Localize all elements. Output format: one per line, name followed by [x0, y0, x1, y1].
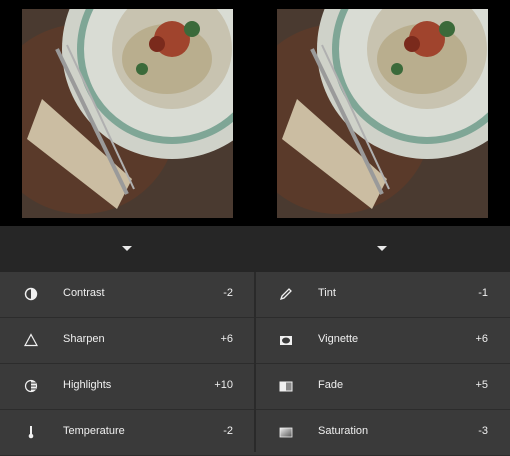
thermometer-icon — [24, 425, 38, 439]
adjustment-sharpen[interactable]: Sharpen +6 — [0, 318, 255, 364]
adjustment-label: Contrast — [63, 287, 105, 299]
adjustment-label: Temperature — [63, 425, 125, 437]
adjustment-tint[interactable]: Tint -1 — [255, 272, 510, 318]
adjustment-value: -2 — [223, 425, 233, 437]
adjustment-value: +6 — [220, 333, 233, 345]
panel-divider — [254, 272, 256, 452]
adjustment-value: +10 — [214, 379, 233, 391]
adjustment-value: -2 — [223, 287, 233, 299]
contrast-icon — [24, 287, 38, 301]
adjustment-value: +6 — [475, 333, 488, 345]
screen: Contrast -2 Sharpen +6 Highlights +10 Te… — [0, 0, 510, 456]
adjustment-label: Fade — [318, 379, 344, 391]
adjustment-temperature[interactable]: Temperature -2 — [0, 410, 255, 456]
photo-area — [0, 0, 255, 226]
pencil-icon — [279, 287, 293, 301]
saturation-icon — [279, 425, 293, 439]
adjustment-label: Tint — [318, 287, 336, 299]
triangle-icon — [23, 333, 39, 347]
food-photo — [22, 9, 233, 218]
adjustment-highlights[interactable]: Highlights +10 — [0, 364, 255, 410]
adjustment-value: -3 — [478, 425, 488, 437]
vignette-icon — [279, 333, 293, 347]
adjustment-list: Tint -1 Vignette +6 Fade +5 Saturation -… — [255, 272, 510, 456]
adjustment-contrast[interactable]: Contrast -2 — [0, 272, 255, 318]
adjustment-label: Saturation — [318, 425, 369, 437]
adjustment-label: Sharpen — [63, 333, 105, 345]
right-panel: Tint -1 Vignette +6 Fade +5 Saturation -… — [255, 0, 510, 456]
food-photo — [277, 9, 488, 218]
chevron-down-icon[interactable] — [377, 246, 387, 251]
adjustment-label: Vignette — [318, 333, 359, 345]
adjustment-vignette[interactable]: Vignette +6 — [255, 318, 510, 364]
adjustment-value: +5 — [475, 379, 488, 391]
adjustment-fade[interactable]: Fade +5 — [255, 364, 510, 410]
adjustment-label: Highlights — [63, 379, 112, 391]
adjustment-saturation[interactable]: Saturation -3 — [255, 410, 510, 456]
adjustment-value: -1 — [478, 287, 488, 299]
photo-area — [255, 0, 510, 226]
fade-icon — [279, 379, 293, 393]
highlights-icon — [24, 379, 38, 393]
adjustment-list: Contrast -2 Sharpen +6 Highlights +10 Te… — [0, 272, 255, 456]
chevron-down-icon[interactable] — [122, 246, 132, 251]
left-panel: Contrast -2 Sharpen +6 Highlights +10 Te… — [0, 0, 255, 456]
